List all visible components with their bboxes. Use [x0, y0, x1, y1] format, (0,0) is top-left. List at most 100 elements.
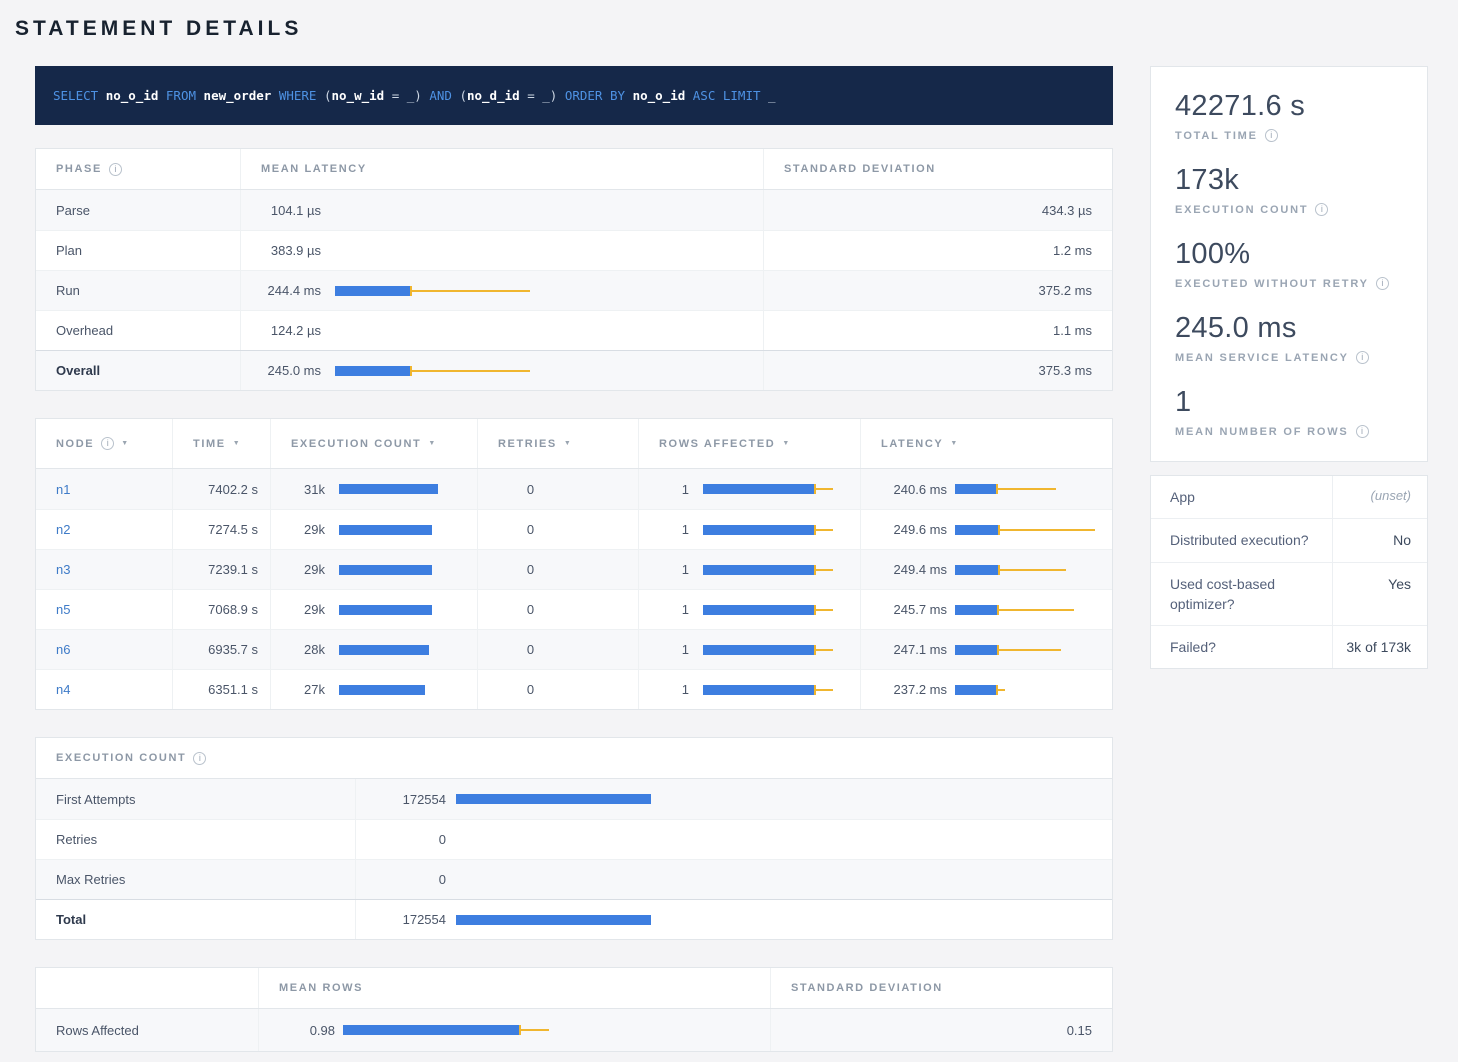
bar-chart: [335, 286, 535, 296]
phase-mean-latency: 245.0 ms: [241, 351, 764, 390]
rows-affected-row: Rows Affected0.980.15: [36, 1009, 1112, 1051]
rows-row-label: Rows Affected: [36, 1009, 259, 1051]
col-header-latency[interactable]: LATENCY ▼: [861, 419, 1112, 468]
phase-stddev-value: 375.2 ms: [764, 271, 1112, 310]
node-id-cell: n3: [36, 550, 173, 589]
sort-caret-icon: ▼: [950, 440, 959, 447]
details-label: App: [1151, 476, 1332, 518]
phase-info-icon[interactable]: i: [109, 163, 122, 176]
mean-latency-value: 383.9 µs: [257, 243, 321, 258]
rows-affected-value: 1: [653, 682, 689, 697]
execution-count-table: EXECUTION COUNT i First Attempts172554Re…: [35, 737, 1113, 940]
stat-value: 42271.6 s: [1175, 90, 1403, 123]
execution-count-value: 29k: [277, 602, 325, 617]
stat-label: MEAN NUMBER OF ROWSi: [1175, 425, 1403, 438]
stat-label-text: EXECUTION COUNT: [1175, 204, 1308, 216]
mean-bar: [703, 484, 816, 494]
details-row: Distributed execution?No: [1151, 518, 1427, 561]
stat-label: EXECUTED WITHOUT RETRYi: [1175, 277, 1403, 290]
execution-count-info-icon[interactable]: i: [193, 752, 206, 765]
execution-count-value: 31k: [277, 482, 325, 497]
col-header-node[interactable]: NODE i ▼: [36, 419, 173, 468]
node-rows-affected: 1: [639, 510, 861, 549]
node-retries-value: 0: [478, 590, 639, 629]
node-link[interactable]: n3: [56, 562, 70, 577]
col-header-label: MEAN LATENCY: [261, 163, 367, 175]
mean-tick-icon: [997, 645, 999, 655]
execution-table-body: First Attempts172554Retries0Max Retries0…: [36, 779, 1112, 939]
node-row: n17402.2 s31k01240.6 ms: [36, 469, 1112, 509]
phase-mean-latency: 383.9 µs: [241, 231, 764, 270]
node-id-cell: n6: [36, 630, 173, 669]
sql-token: new_order: [204, 88, 279, 103]
info-icon[interactable]: i: [1356, 425, 1369, 438]
node-rows-affected: 1: [639, 590, 861, 629]
details-label: Distributed execution?: [1151, 519, 1332, 561]
rows-affected-table-header: MEAN ROWS STANDARD DEVIATION: [36, 968, 1112, 1009]
node-retries-value: 0: [478, 550, 639, 589]
mean-bar: [339, 565, 432, 575]
col-header-retries[interactable]: RETRIES ▼: [478, 419, 639, 468]
mean-bar: [955, 645, 999, 655]
node-retries-value: 0: [478, 630, 639, 669]
details-label: Failed?: [1151, 626, 1332, 668]
latency-value: 237.2 ms: [875, 682, 947, 697]
node-time-value: 6935.7 s: [173, 630, 271, 669]
info-icon[interactable]: i: [1356, 351, 1369, 364]
sql-token: ASC LIMIT: [693, 88, 768, 103]
node-link[interactable]: n4: [56, 682, 70, 697]
col-header-execution-count[interactable]: EXECUTION COUNT ▼: [271, 419, 478, 468]
node-link[interactable]: n1: [56, 482, 70, 497]
mean-bar: [339, 484, 438, 494]
info-icon[interactable]: i: [1265, 129, 1278, 142]
statement-details-page: STATEMENT DETAILS SELECT no_o_id FROM ne…: [0, 0, 1458, 1052]
col-header-label: ROWS AFFECTED: [659, 438, 775, 450]
col-header-empty: [36, 968, 259, 1008]
phase-row: Overall245.0 ms375.3 ms: [36, 350, 1112, 390]
mean-bar: [456, 915, 651, 925]
stat-value: 245.0 ms: [1175, 312, 1403, 345]
mean-bar: [339, 685, 425, 695]
node-info-icon[interactable]: i: [101, 437, 114, 450]
col-header-rows-affected[interactable]: ROWS AFFECTED ▼: [639, 419, 861, 468]
summary-card: 42271.6 sTOTAL TIMEi173kEXECUTION COUNTi…: [1150, 66, 1428, 462]
node-retries-value: 0: [478, 670, 639, 709]
execution-count-title: EXECUTION COUNT i: [36, 738, 1112, 778]
execution-row: Total172554: [36, 899, 1112, 939]
node-link[interactable]: n5: [56, 602, 70, 617]
mean-tick-icon: [996, 685, 998, 695]
sql-statement: SELECT no_o_id FROM new_order WHERE (no_…: [53, 88, 776, 103]
rows-affected-value: 1: [653, 602, 689, 617]
info-icon[interactable]: i: [1376, 277, 1389, 290]
sql-token: no_o_id: [106, 88, 166, 103]
details-value: No: [1332, 519, 1427, 561]
mean-tick-icon: [410, 366, 412, 376]
sql-token: (: [324, 88, 332, 103]
col-header-label: TIME: [193, 438, 226, 450]
latency-value: 240.6 ms: [875, 482, 947, 497]
col-header-time[interactable]: TIME ▼: [173, 419, 271, 468]
bar-chart: [955, 605, 1105, 615]
bar-chart: [955, 645, 1105, 655]
mean-tick-icon: [814, 605, 816, 615]
node-link[interactable]: n6: [56, 642, 70, 657]
bar-chart: [339, 685, 459, 695]
phase-row: Overhead124.2 µs1.1 ms: [36, 310, 1112, 350]
phase-mean-latency: 244.4 ms: [241, 271, 764, 310]
sql-token: WHERE: [279, 88, 324, 103]
mean-tick-icon: [996, 484, 998, 494]
node-link[interactable]: n2: [56, 522, 70, 537]
rows-table-body: Rows Affected0.980.15: [36, 1009, 1112, 1051]
mean-bar: [335, 286, 412, 296]
execution-count-table-header: EXECUTION COUNT i: [36, 738, 1112, 779]
execution-count-value: 172554: [366, 912, 446, 927]
execution-row-label: Retries: [36, 820, 356, 859]
summary-stats: 42271.6 sTOTAL TIMEi173kEXECUTION COUNTi…: [1175, 81, 1403, 451]
node-row: n57068.9 s29k01245.7 ms: [36, 589, 1112, 629]
summary-stat: 245.0 msMEAN SERVICE LATENCYi: [1175, 303, 1403, 377]
node-table-body: n17402.2 s31k01240.6 msn27274.5 s29k0124…: [36, 469, 1112, 709]
info-icon[interactable]: i: [1315, 203, 1328, 216]
col-header-standard-deviation: STANDARD DEVIATION: [771, 968, 1112, 1008]
details-value: 3k of 173k: [1332, 626, 1427, 668]
details-label: Used cost-based optimizer?: [1151, 563, 1332, 626]
